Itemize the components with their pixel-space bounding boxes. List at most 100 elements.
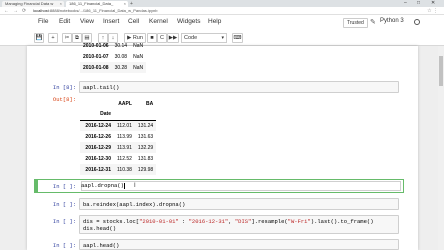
menu-help[interactable]: Help <box>208 18 221 25</box>
code-text: , <box>228 218 235 225</box>
maximize-icon[interactable]: □ <box>417 0 420 7</box>
code-text-active[interactable]: aapl.dropna() <box>81 182 125 189</box>
url-path: :8888/notebooks/.../186_11_Financial_Dat… <box>48 8 158 13</box>
table-cell: 2016-12-29 <box>80 142 114 153</box>
code-text: ).last().to_frame() <box>310 218 374 225</box>
close-window-icon[interactable]: ✕ <box>431 0 435 7</box>
table-cell: 2010-01-08 <box>80 62 112 73</box>
table-row: 2010-01-06 30.14 NaN <box>80 40 146 51</box>
string-literal: "W-Fri" <box>287 218 311 225</box>
table-cell: 110.38 <box>114 164 135 175</box>
table-cell: 131.83 <box>137 155 154 162</box>
cell-in-prompt: In [ ]: <box>52 183 76 190</box>
string-literal: "2010-01-01" <box>139 218 179 225</box>
cell-type-value: Code <box>184 35 198 41</box>
table-cell: NaN <box>133 42 144 49</box>
table-row: 2016-12-26 113.99 131.63 <box>80 131 156 142</box>
code-text: : <box>178 218 189 225</box>
cell-in-prompt: In [ ]: <box>52 218 76 225</box>
table-row: 2016-12-31 110.38 129.98 <box>80 164 157 175</box>
menu-cell[interactable]: Cell <box>128 18 139 25</box>
scrollbar-thumb[interactable] <box>439 56 443 86</box>
menu-kernel[interactable]: Kernel <box>149 18 168 25</box>
code-input[interactable]: aapl.tail() <box>79 81 399 93</box>
table-cell: 132.29 <box>134 142 157 153</box>
index-name: Date <box>80 109 114 121</box>
restart-icon[interactable]: C <box>157 33 167 43</box>
table-cell: 129.98 <box>134 164 157 175</box>
save-icon[interactable]: 💾 <box>34 33 44 43</box>
table-cell: 2016-12-26 <box>85 133 111 140</box>
code-text: ba.reindex(aapl.index).dropna() <box>83 201 186 208</box>
table-cell: 131.24 <box>134 120 157 131</box>
table-cell: 2016-12-24 <box>80 120 114 131</box>
table-cell: 112.52 <box>117 155 132 162</box>
code-text: dis = stocks.loc[ <box>83 218 140 225</box>
menu-widgets[interactable]: Widgets <box>177 18 200 25</box>
kernel-status-icon <box>414 19 420 25</box>
code-text: aapl.dropna() <box>81 182 124 189</box>
code-input-active[interactable] <box>81 181 401 191</box>
url-host: localhost <box>33 8 49 13</box>
table-row: 2016-12-24 112.01 131.24 <box>80 120 157 131</box>
pencil-icon[interactable]: ✎ <box>370 18 376 26</box>
menu-view[interactable]: View <box>80 18 94 25</box>
table-cell: NaN <box>133 53 144 60</box>
table-row: 2016-12-29 113.91 132.29 <box>80 142 157 153</box>
table-cell: 131.63 <box>137 133 154 140</box>
table-cell: 2010-01-06 <box>83 42 109 49</box>
menu-insert[interactable]: Insert <box>103 18 119 25</box>
top-dataframe: 2010-01-06 30.14 NaN 2010-01-07 30.08 Na… <box>80 40 147 73</box>
table-cell: 113.99 <box>117 133 132 140</box>
cell-out-prompt: Out[8]: <box>52 96 76 103</box>
restart-run-all-icon[interactable]: ▶▶ <box>167 33 179 43</box>
code-text: ].resample( <box>251 218 288 225</box>
add-cell-icon[interactable]: + <box>48 33 58 43</box>
column-header: AAPL <box>118 100 132 107</box>
table-cell: 2016-12-31 <box>80 164 114 175</box>
string-literal: "DIS" <box>234 218 252 225</box>
column-header: BA <box>145 100 154 107</box>
table-cell: NaN <box>130 62 147 73</box>
chevron-down-icon: ▾ <box>221 35 224 41</box>
menu-file[interactable]: File <box>38 18 48 25</box>
keyboard-icon[interactable]: ⌨ <box>232 33 243 43</box>
forward-icon[interactable]: → <box>13 7 18 15</box>
kernel-name: Python 3 <box>380 18 404 24</box>
menu-edit[interactable]: Edit <box>59 18 70 25</box>
table-cell: 2010-01-07 <box>83 53 109 60</box>
table-cell: 30.28 <box>111 62 131 73</box>
browser-tab-label: 186_11_Financial_Data_ <box>69 1 114 6</box>
menu-bar: File Edit View Insert Cell Kernel Widget… <box>0 15 444 31</box>
url-field[interactable]: localhost:8888/notebooks/.../186_11_Fina… <box>33 8 413 14</box>
code-text: aapl.head() <box>83 242 120 249</box>
reload-icon[interactable]: ⟳ <box>22 7 26 15</box>
trusted-badge[interactable]: Trusted <box>343 18 368 28</box>
table-row: 2010-01-07 30.08 NaN <box>80 51 146 62</box>
index-header-row: Date <box>80 109 157 121</box>
cell-in-prompt: In [8]: <box>52 84 76 91</box>
scrollbar[interactable] <box>438 46 444 250</box>
table-header-row: AAPL BA <box>80 98 156 109</box>
table-cell: 2016-12-30 <box>85 155 111 162</box>
address-bar: ← → ⟳ localhost:8888/notebooks/.../186_1… <box>0 7 444 15</box>
text-cursor-icon: I <box>134 183 136 189</box>
table-cell: 113.91 <box>114 142 135 153</box>
code-text: aapl.tail() <box>83 84 120 91</box>
back-icon[interactable]: ← <box>4 7 9 15</box>
cell-type-select[interactable]: Code ▾ <box>181 33 227 43</box>
browser-tab-label: Managing Financial Data w <box>5 1 54 6</box>
stop-icon[interactable]: ■ <box>147 33 157 43</box>
minimize-icon[interactable]: – <box>404 0 407 7</box>
string-literal: "2016-12-31" <box>188 218 229 225</box>
code-input[interactable]: aapl.head() <box>79 239 399 250</box>
cell-in-prompt: In [ ]: <box>52 242 76 249</box>
table-cell: 30.08 <box>114 53 128 60</box>
browser-tab-bar: Managing Financial Data w × 186_11_Finan… <box>0 0 444 7</box>
table-cell: 112.01 <box>114 120 135 131</box>
code-input[interactable]: dis = stocks.loc["2010-01-01" : "2016-12… <box>79 215 399 234</box>
cell-in-prompt: In [ ]: <box>52 201 76 208</box>
cut-icon[interactable]: ✂ <box>62 33 72 43</box>
code-input[interactable]: ba.reindex(aapl.index).dropna() <box>79 198 399 210</box>
star-icon[interactable]: ☆ ⋮ <box>427 7 438 15</box>
